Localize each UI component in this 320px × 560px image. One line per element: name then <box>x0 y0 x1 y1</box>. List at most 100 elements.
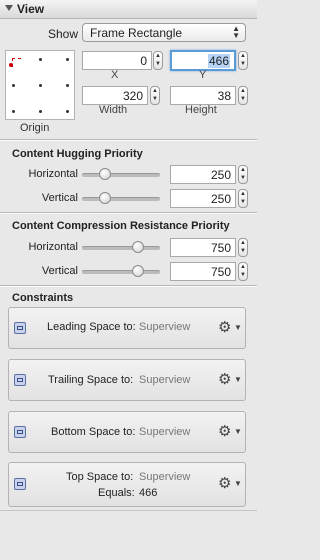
x-stepper[interactable]: ▲ ▼ <box>153 51 163 70</box>
chevron-down-icon[interactable]: ▼ <box>234 427 242 436</box>
gear-icon[interactable]: ⚙ <box>218 476 231 491</box>
select-arrows-icon: ▲ ▼ <box>232 24 240 40</box>
y-value: 466 <box>207 54 230 68</box>
constraint-label: Leading Space to: <box>47 321 136 333</box>
disclosure-triangle-icon[interactable] <box>5 5 13 11</box>
height-value: 38 <box>217 89 231 103</box>
hugging-title: Content Hugging Priority <box>12 148 143 160</box>
hugging-vertical-slider[interactable] <box>82 197 160 201</box>
hugging-vertical-field[interactable]: 250 <box>170 189 236 208</box>
compression-horizontal-stepper[interactable]: ▲ ▼ <box>238 238 248 257</box>
show-select[interactable]: Frame Rectangle ▲ ▼ <box>82 23 246 42</box>
compression-vertical-field[interactable]: 750 <box>170 262 236 281</box>
stepper-down-icon[interactable]: ▼ <box>240 248 246 254</box>
compression-horizontal-field[interactable]: 750 <box>170 238 236 257</box>
constraint-target: Superview <box>139 321 191 333</box>
view-section-header[interactable]: View <box>0 0 257 19</box>
divider-highlight <box>0 286 257 287</box>
constraint-target: Superview <box>139 426 191 438</box>
width-value: 320 <box>122 89 143 103</box>
hugging-horizontal-value: 250 <box>210 168 231 182</box>
stepper-up-icon[interactable]: ▲ <box>240 240 246 246</box>
stepper-down-icon[interactable]: ▼ <box>240 272 246 278</box>
stepper-down-icon[interactable]: ▼ <box>155 61 161 67</box>
slider-knob[interactable] <box>131 265 144 277</box>
show-label: Show <box>48 27 79 41</box>
constraint-leading[interactable]: Leading Space to: Superview ⚙ ▼ <box>8 307 246 349</box>
stepper-up-icon[interactable]: ▲ <box>240 264 246 270</box>
compression-vertical-stepper[interactable]: ▲ ▼ <box>238 262 248 281</box>
stepper-up-icon[interactable]: ▲ <box>155 53 161 59</box>
chevron-down-icon[interactable]: ▼ <box>234 479 242 488</box>
gear-icon[interactable]: ⚙ <box>218 372 231 387</box>
stepper-up-icon[interactable]: ▲ <box>240 88 246 94</box>
origin-point-top-center[interactable] <box>39 58 42 61</box>
hugging-horizontal-stepper[interactable]: ▲ ▼ <box>238 165 248 184</box>
stepper-up-icon[interactable]: ▲ <box>240 167 246 173</box>
width-stepper[interactable]: ▲ ▼ <box>150 86 160 105</box>
hugging-horizontal-slider[interactable] <box>82 173 160 177</box>
compression-horizontal-value: 750 <box>210 241 231 255</box>
origin-selected-dot <box>9 63 13 67</box>
slider-knob[interactable] <box>98 168 111 180</box>
origin-marker-icon <box>12 58 21 67</box>
hugging-vertical-stepper[interactable]: ▲ ▼ <box>238 189 248 208</box>
slider-knob[interactable] <box>98 192 111 204</box>
constraint-label: Trailing Space to: <box>48 374 134 386</box>
gear-icon[interactable]: ⚙ <box>218 320 231 335</box>
constraint-equals-label: Equals: <box>98 487 135 499</box>
stepper-down-icon[interactable]: ▼ <box>240 199 246 205</box>
stepper-up-icon[interactable]: ▲ <box>240 53 246 59</box>
constraint-trailing[interactable]: Trailing Space to: Superview ⚙ ▼ <box>8 359 246 401</box>
compression-vertical-slider[interactable] <box>82 270 160 274</box>
constraint-label: Bottom Space to: <box>51 426 136 438</box>
chevron-down-icon[interactable]: ▼ <box>234 375 242 384</box>
compression-horizontal-label: Horizontal <box>28 241 78 253</box>
leading-constraint-icon <box>14 322 26 334</box>
stepper-down-icon[interactable]: ▼ <box>152 96 158 102</box>
chevron-down-icon[interactable]: ▼ <box>234 323 242 332</box>
origin-point-top-right[interactable] <box>66 58 69 61</box>
stepper-up-icon[interactable]: ▲ <box>240 191 246 197</box>
constraint-top[interactable]: Top Space to: Superview Equals: 466 ⚙ ▼ <box>8 462 246 507</box>
gear-icon[interactable]: ⚙ <box>218 424 231 439</box>
constraint-bottom[interactable]: Bottom Space to: Superview ⚙ ▼ <box>8 411 246 453</box>
constraint-target: Superview <box>139 374 191 386</box>
origin-picker[interactable] <box>5 50 75 120</box>
origin-point-bottom-left[interactable] <box>12 110 15 113</box>
divider-highlight <box>0 140 257 141</box>
hugging-horizontal-field[interactable]: 250 <box>170 165 236 184</box>
y-field[interactable]: 466 <box>170 50 236 71</box>
origin-point-mid-left[interactable] <box>12 84 15 87</box>
compression-vertical-label: Vertical <box>41 265 78 277</box>
compression-horizontal-slider[interactable] <box>82 246 160 250</box>
width-field[interactable]: 320 <box>82 86 148 105</box>
stepper-down-icon[interactable]: ▼ <box>240 61 246 67</box>
constraint-target: Superview <box>139 471 191 483</box>
constraints-title: Constraints <box>12 292 74 304</box>
origin-label: Origin <box>20 122 50 134</box>
origin-point-mid-right[interactable] <box>66 84 69 87</box>
panel-footer-area <box>0 510 257 560</box>
stepper-down-icon[interactable]: ▼ <box>240 175 246 181</box>
trailing-constraint-icon <box>14 374 26 386</box>
origin-point-center[interactable] <box>39 84 42 87</box>
section-title: View <box>17 2 45 16</box>
hugging-horizontal-label: Horizontal <box>28 168 78 180</box>
height-stepper[interactable]: ▲ ▼ <box>238 86 248 105</box>
compression-title: Content Compression Resistance Priority <box>12 220 230 232</box>
stepper-down-icon[interactable]: ▼ <box>240 96 246 102</box>
compression-vertical-value: 750 <box>210 265 231 279</box>
y-stepper[interactable]: ▲ ▼ <box>238 51 248 70</box>
top-constraint-icon <box>14 478 26 490</box>
stepper-up-icon[interactable]: ▲ <box>152 88 158 94</box>
constraint-equals-value: 466 <box>139 487 158 499</box>
x-label: X <box>111 69 119 81</box>
x-value: 0 <box>140 54 147 68</box>
height-field[interactable]: 38 <box>170 86 236 105</box>
bottom-constraint-icon <box>14 426 26 438</box>
origin-point-bottom-right[interactable] <box>66 110 69 113</box>
slider-knob[interactable] <box>131 241 144 253</box>
x-field[interactable]: 0 <box>82 51 152 70</box>
origin-point-bottom-center[interactable] <box>39 110 42 113</box>
